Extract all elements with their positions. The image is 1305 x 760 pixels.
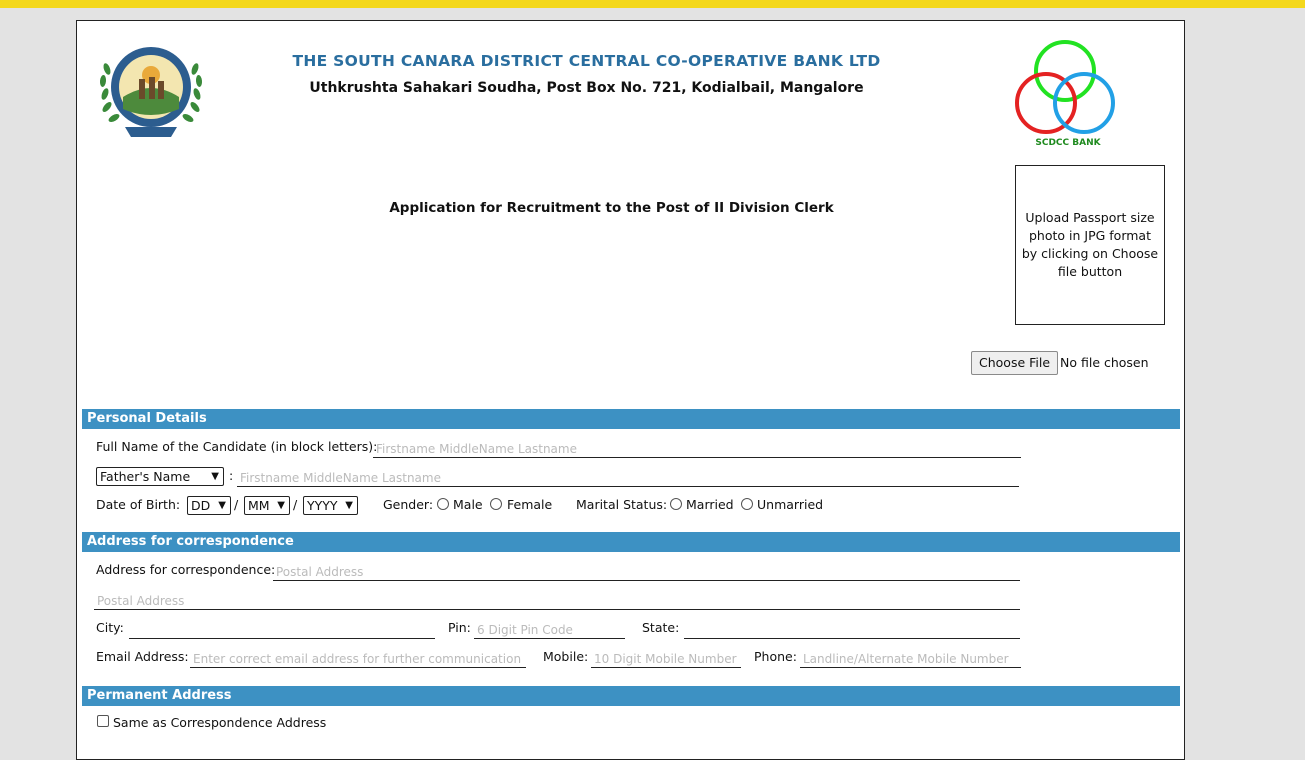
full-name-input[interactable]: Firstname MiddleName Lastname — [373, 438, 1021, 458]
scdcc-rings-logo: SCDCC BANK — [1014, 37, 1118, 151]
dob-month-value: MM — [248, 498, 270, 513]
dob-year-select[interactable]: YYYY ▼ — [303, 496, 358, 515]
dob-year-value: YYYY — [307, 498, 338, 513]
form-title: Application for Recruitment to the Post … — [389, 200, 834, 216]
correspondence-address-label: Address for correspondence: — [96, 562, 276, 577]
marital-status-label: Marital Status: — [576, 497, 668, 512]
phone-input[interactable]: Landline/Alternate Mobile Number — [800, 648, 1021, 668]
gender-female-label: Female — [507, 497, 553, 512]
email-label: Email Address: — [96, 649, 189, 664]
same-as-correspondence-checkbox[interactable] — [97, 715, 109, 727]
file-status: No file chosen — [1060, 355, 1149, 370]
relation-select-value: Father's Name — [100, 469, 191, 484]
correspondence-address-line2-input[interactable]: Postal Address — [94, 590, 1020, 610]
dob-separator: / — [293, 497, 298, 512]
relation-name-input[interactable]: Firstname MiddleName Lastname — [237, 467, 1019, 487]
photo-upload-box: Upload Passport size photo in JPG format… — [1015, 165, 1165, 325]
section-permanent-address: Permanent Address — [82, 686, 1180, 706]
pin-label: Pin: — [448, 620, 471, 635]
dob-month-select[interactable]: MM ▼ — [244, 496, 290, 515]
marital-married-radio[interactable] — [670, 498, 682, 510]
top-accent-bar — [0, 0, 1305, 8]
chevron-down-icon: ▼ — [345, 500, 353, 511]
city-input[interactable] — [129, 619, 435, 639]
chevron-down-icon: ▼ — [211, 471, 219, 482]
marital-unmarried-radio[interactable] — [741, 498, 753, 510]
relation-separator: : — [229, 468, 234, 483]
dob-day-value: DD — [191, 498, 211, 513]
mobile-input[interactable]: 10 Digit Mobile Number — [591, 648, 741, 668]
dob-label: Date of Birth: — [96, 497, 181, 512]
phone-label: Phone: — [754, 649, 797, 664]
section-correspondence-address: Address for correspondence — [82, 532, 1180, 552]
marital-married-label: Married — [686, 497, 734, 512]
email-input[interactable]: Enter correct email address for further … — [190, 648, 526, 668]
marital-unmarried-label: Unmarried — [757, 497, 824, 512]
mobile-label: Mobile: — [543, 649, 589, 664]
application-form-sheet: THE SOUTH CANARA DISTRICT CENTRAL CO-OPE… — [76, 20, 1185, 760]
gender-male-radio[interactable] — [437, 498, 449, 510]
state-input[interactable] — [684, 619, 1020, 639]
dob-day-select[interactable]: DD ▼ — [187, 496, 231, 515]
state-label: State: — [642, 620, 680, 635]
choose-file-button[interactable]: Choose File — [971, 351, 1059, 375]
gender-female-radio[interactable] — [490, 498, 502, 510]
same-as-correspondence-label: Same as Correspondence Address — [113, 715, 327, 730]
dob-separator: / — [234, 497, 239, 512]
photo-instructions: Upload Passport size photo in JPG format… — [1021, 210, 1159, 279]
full-name-label: Full Name of the Candidate (in block let… — [96, 439, 378, 454]
pin-input[interactable]: 6 Digit Pin Code — [474, 619, 625, 639]
correspondence-address-line1-input[interactable]: Postal Address — [273, 561, 1020, 581]
relation-select[interactable]: Father's Name ▼ — [96, 467, 224, 486]
gender-label: Gender: — [383, 497, 434, 512]
chevron-down-icon: ▼ — [218, 500, 226, 511]
gender-male-label: Male — [453, 497, 483, 512]
section-personal-details: Personal Details — [82, 409, 1180, 429]
logo-caption: SCDCC BANK — [1035, 138, 1101, 148]
city-label: City: — [96, 620, 124, 635]
chevron-down-icon: ▼ — [277, 500, 285, 511]
